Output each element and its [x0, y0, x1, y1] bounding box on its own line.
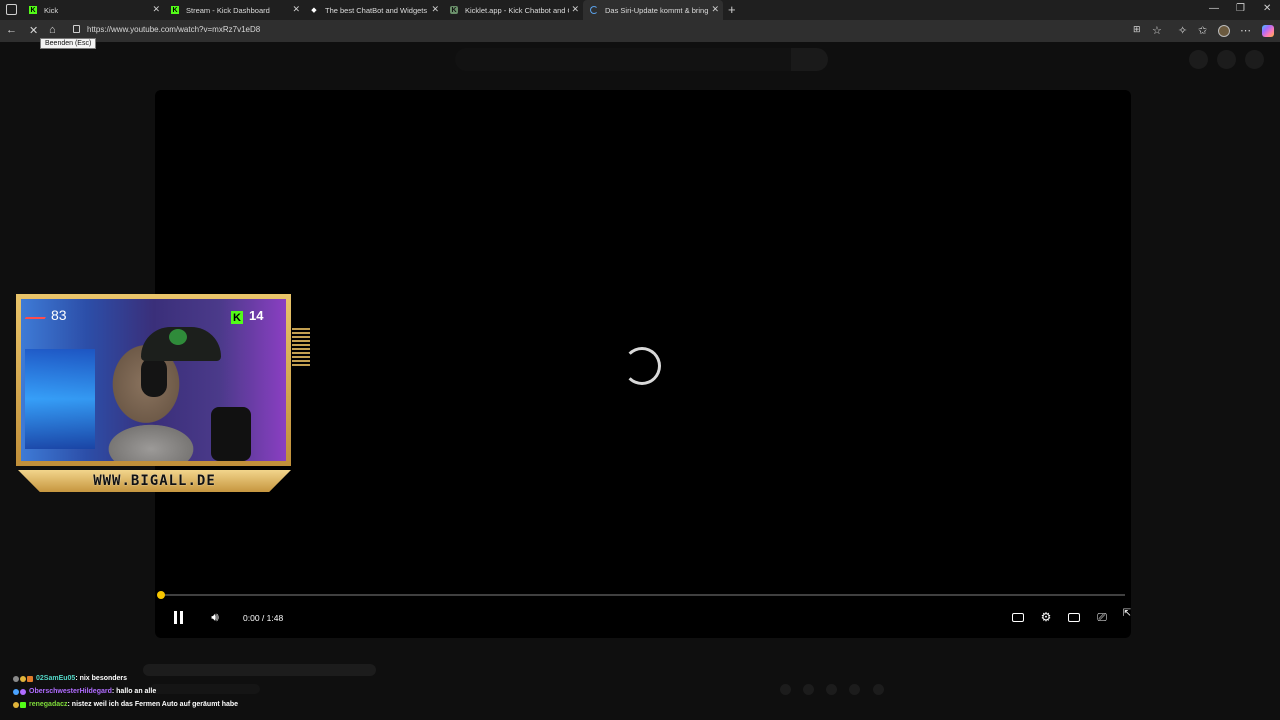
chat-username: 02SamEu05 — [36, 675, 76, 682]
action-placeholder[interactable] — [826, 684, 837, 695]
chat-username: OberschwesterHildegard — [29, 688, 112, 695]
header-icon-placeholder[interactable] — [1217, 50, 1236, 69]
tab-title: Kicklet.app - Kick Chatbot and Ov — [465, 5, 569, 15]
pause-button[interactable] — [169, 608, 187, 626]
close-icon[interactable]: ✕ — [571, 4, 579, 15]
chat-text: : nistez weil ich das Fermen Auto auf ge… — [67, 701, 239, 708]
exit-fullscreen-button[interactable]: ⇱ — [1118, 604, 1136, 622]
stop-loading-icon[interactable]: ✕ — [29, 24, 38, 37]
close-icon[interactable]: ✕ — [292, 4, 300, 15]
action-placeholder[interactable] — [803, 684, 814, 695]
url-field[interactable]: https://www.youtube.com/watch?v=mxRz7v1e… — [87, 25, 260, 34]
minimize-icon[interactable]: — — [1209, 3, 1219, 14]
badge-icon — [13, 688, 19, 695]
action-placeholder[interactable] — [780, 684, 791, 695]
chat-message: OberschwesterHildegard : hallo an alle — [13, 685, 313, 698]
badge-icon — [20, 688, 26, 695]
search-input-placeholder[interactable] — [455, 48, 791, 71]
microphone — [211, 407, 251, 461]
website-banner: WWW.BIGALL.DE — [18, 470, 291, 492]
kick-viewer-count: 14 — [249, 308, 264, 323]
lock-icon[interactable] — [73, 25, 80, 33]
loading-spinner-icon — [623, 347, 661, 385]
tab-youtube-siri-update[interactable]: Das Siri-Update kommt & bring ✕ — [583, 0, 723, 20]
kicklet-icon: K — [450, 6, 458, 14]
apps-icon[interactable]: ⊞ — [1133, 24, 1141, 35]
tab-actions-icon[interactable] — [6, 4, 17, 15]
new-tab-button[interactable]: + — [728, 2, 736, 17]
heart-rate-value: 83 — [51, 307, 67, 323]
time-display: 0:00 / 1:48 — [243, 613, 284, 623]
headset — [141, 357, 167, 397]
avatar-placeholder[interactable] — [1245, 50, 1264, 69]
search-button-placeholder[interactable] — [791, 48, 828, 71]
chat-message: renegadacz : nistez weil ich das Fermen … — [13, 698, 313, 711]
loading-icon — [590, 6, 598, 14]
more-menu-icon[interactable]: ⋯ — [1240, 24, 1251, 37]
favorites-icon[interactable]: ✩ — [1198, 24, 1207, 37]
diamond-icon: ◆ — [311, 7, 317, 14]
tab-strip: K Kick ✕ K Stream - Kick Dashboard ✕ ◆ T… — [0, 0, 1280, 20]
audio-visualizer — [292, 328, 310, 366]
action-placeholder[interactable] — [873, 684, 884, 695]
settings-button[interactable]: ⚙ — [1037, 608, 1055, 626]
chat-overlay: 02SamEu05 : nix besonders OberschwesterH… — [13, 672, 313, 711]
tab-title: Das Siri-Update kommt & bring — [605, 5, 709, 15]
webcam-overlay: 83 K 14 — [16, 294, 291, 466]
banner-text: WWW.BIGALL.DE — [93, 473, 216, 489]
tab-title: Stream - Kick Dashboard — [186, 5, 270, 15]
subtitles-icon — [1012, 612, 1024, 622]
pause-icon — [173, 610, 183, 624]
tab-kick-dashboard[interactable]: K Stream - Kick Dashboard ✕ — [164, 0, 304, 20]
back-arrow-icon[interactable]: ← — [6, 24, 17, 36]
miniplayer-icon — [1068, 612, 1080, 622]
exit-fullscreen-icon: ⇱ — [1122, 607, 1132, 619]
volume-button[interactable]: 🔊︎ — [206, 608, 224, 626]
tab-chatbot-widgets[interactable]: ◆ The best ChatBot and Widgets fo ✕ — [303, 0, 443, 20]
cast-icon: ⎚ — [1097, 609, 1107, 624]
kick-icon: K — [171, 6, 179, 14]
kick-icon: K — [29, 6, 37, 14]
stop-tooltip: Beenden (Esc) — [40, 38, 97, 49]
kick-icon: K — [231, 311, 243, 324]
favorite-star-icon[interactable]: ☆ — [1152, 24, 1162, 37]
badge-icon — [27, 675, 33, 682]
tab-title: The best ChatBot and Widgets fo — [325, 5, 429, 15]
restore-icon[interactable]: ❐ — [1236, 3, 1245, 14]
webcam-feed: 83 K 14 — [21, 299, 286, 461]
home-icon[interactable]: ⌂ — [49, 24, 56, 36]
cast-button[interactable]: ⎚ — [1093, 608, 1111, 626]
tab-title: Kick — [44, 5, 59, 15]
badge-icon — [13, 701, 19, 708]
chat-text: : nix besonders — [75, 675, 128, 682]
pc-background — [25, 349, 95, 449]
close-window-icon[interactable]: ✕ — [1263, 3, 1271, 14]
chat-username: renegadacz — [29, 701, 68, 708]
profile-avatar[interactable] — [1218, 25, 1230, 37]
badge-icon — [20, 675, 26, 682]
copilot-icon[interactable] — [1262, 25, 1274, 37]
volume-icon: 🔊︎ — [211, 609, 219, 624]
close-icon[interactable]: ✕ — [431, 4, 439, 15]
chat-message: 02SamEu05 : nix besonders — [13, 672, 313, 685]
cap-logo — [169, 329, 187, 345]
close-icon[interactable]: ✕ — [711, 4, 719, 15]
gear-icon: ⚙ — [1040, 610, 1052, 624]
subtitles-button[interactable] — [1009, 608, 1027, 626]
progress-bar[interactable] — [161, 594, 1125, 596]
action-placeholder[interactable] — [849, 684, 860, 695]
tab-kick[interactable]: K Kick ✕ — [22, 0, 164, 20]
miniplayer-button[interactable] — [1065, 608, 1083, 626]
heart-rate-icon — [24, 311, 50, 319]
chat-text: : hallo an alle — [111, 688, 157, 695]
scrubber-handle[interactable] — [157, 591, 165, 599]
badge-icon — [13, 675, 19, 682]
extension-icon[interactable]: ✧ — [1178, 24, 1187, 37]
badge-icon — [20, 701, 26, 708]
tab-kicklet[interactable]: K Kicklet.app - Kick Chatbot and Ov ✕ — [443, 0, 583, 20]
close-icon[interactable]: ✕ — [152, 4, 160, 15]
navigation-bar: ← ✕ ⌂ https://www.youtube.com/watch?v=mx… — [0, 20, 1280, 42]
header-icon-placeholder[interactable] — [1189, 50, 1208, 69]
